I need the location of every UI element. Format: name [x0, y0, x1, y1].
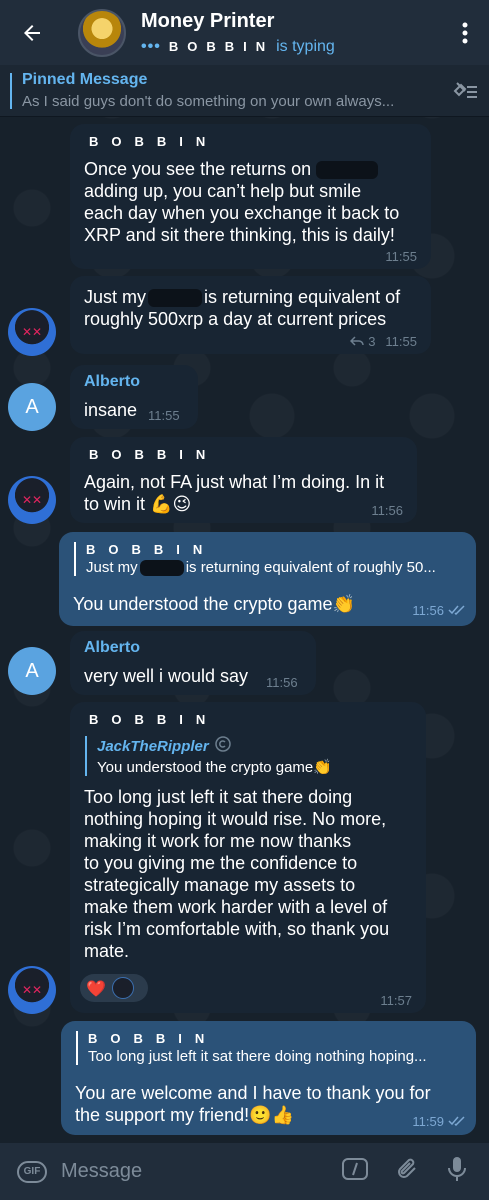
reply-text: Just my is returning equivalent of roughl…	[86, 559, 436, 577]
message-sender: Alberto	[84, 373, 140, 390]
message-text: Once you see the returns on adding up, y…	[84, 158, 424, 246]
avatar-x-eyes-icon: ✕✕	[21, 493, 43, 507]
more-vertical-icon[interactable]	[441, 0, 489, 65]
reactor-avatar	[111, 977, 134, 999]
message-time: 11:57	[380, 993, 412, 1008]
command-icon[interactable]	[341, 1157, 369, 1186]
reaction-chip[interactable]: ❤️	[80, 974, 148, 1002]
message-bubble[interactable]: Alberto very well i would say 11:56	[70, 631, 316, 695]
message-meta: 3 11:55	[350, 334, 417, 349]
gif-icon[interactable]: GIF	[17, 1160, 47, 1183]
message-bubble[interactable]: BOBBIN Again, not FA just what I’m doing…	[70, 437, 417, 523]
message-sender: BOBBIN	[89, 134, 219, 149]
heart-icon: ❤️	[86, 978, 106, 998]
reply-text: Too long just left it sat there doing no…	[88, 1048, 427, 1065]
message-sender: BOBBIN	[89, 447, 219, 462]
message-time: 11:56	[266, 675, 298, 690]
reply-preview[interactable]: BOBBIN Just my is returning equivalent of…	[74, 542, 469, 577]
group-avatar[interactable]	[78, 8, 126, 57]
reply-sender: BOBBIN	[88, 1031, 218, 1046]
pin-list-icon[interactable]	[443, 81, 489, 101]
message-meta: 11:59	[412, 1114, 466, 1129]
chat-header: Money Printer ••• BOBBIN is typing	[0, 0, 489, 65]
double-check-icon	[448, 1114, 466, 1129]
message-time: 11:55	[385, 249, 417, 264]
message-text: Again, not FA just what I’m doing. In it…	[84, 472, 385, 515]
pinned-title: Pinned Message	[22, 71, 148, 88]
typing-status: ••• BOBBIN is typing	[141, 38, 441, 56]
user-avatar-bobbin[interactable]: ✕✕	[8, 476, 56, 524]
user-avatar-bobbin[interactable]: ✕✕	[8, 966, 56, 1014]
reply-preview[interactable]: BOBBIN Too long just left it sat there d…	[76, 1031, 466, 1065]
message-text: very well i would say	[84, 666, 249, 686]
message-time: 11:56	[371, 503, 403, 518]
message-text: Too long just left it sat there doing no…	[84, 787, 390, 961]
redacted-block	[316, 161, 379, 180]
reply-preview[interactable]: JackTheRippler You understood the crypto…	[85, 736, 405, 776]
chat-title: Money Printer	[141, 9, 275, 32]
message-time: 11:56	[412, 603, 444, 618]
message-line: adding up, you can’t help but smile	[84, 181, 362, 201]
reply-sender: BOBBIN	[86, 542, 216, 557]
message-time: 11:55	[385, 334, 417, 349]
message-input-bar: GIF	[0, 1143, 489, 1200]
chat-title-block[interactable]: Money Printer ••• BOBBIN is typing	[141, 10, 441, 56]
emoji: 💪😉	[150, 494, 192, 515]
avatar-x-eyes-icon: ✕✕	[21, 325, 43, 339]
reply-sender: JackTheRippler	[97, 736, 405, 756]
message-bubble[interactable]: BOBBIN Once you see the returns on addin…	[70, 124, 431, 269]
copyright-icon	[214, 736, 231, 756]
message-input[interactable]	[61, 1160, 341, 1183]
message-time: 11:59	[412, 1114, 444, 1129]
message-sender: BOBBIN	[89, 712, 219, 727]
reply-text: You understood the crypto game👏	[97, 758, 332, 776]
emoji: 🙂👍	[249, 1105, 294, 1126]
user-avatar-alberto[interactable]: A	[8, 383, 56, 431]
user-avatar-bobbin[interactable]: ✕✕	[8, 308, 56, 356]
pinned-message-bar[interactable]: Pinned Message As I said guys don't do s…	[0, 65, 489, 117]
redacted-block	[139, 560, 184, 577]
reply-count[interactable]: 3	[368, 334, 375, 349]
reply-arrow-icon[interactable]	[350, 334, 364, 349]
message-bubble-outgoing[interactable]: BOBBIN Too long just left it sat there d…	[61, 1021, 476, 1135]
emoji: 👏	[332, 594, 355, 615]
message-bubble[interactable]: Just my is returning equivalent of roughl…	[70, 276, 431, 354]
message-line: each day when you exchange it back to	[84, 203, 400, 223]
pinned-text: As I said guys don't do something on you…	[22, 93, 395, 110]
message-text: You understood the crypto game👏	[73, 594, 355, 615]
message-bubble[interactable]: Alberto insane 11:55	[70, 365, 198, 429]
message-text: You are welcome and I have to thank you …	[75, 1083, 431, 1126]
message-line: Once you see the returns on	[84, 158, 424, 180]
typing-suffix: is typing	[276, 37, 335, 55]
double-check-icon	[448, 603, 466, 618]
pinned-indicator	[10, 72, 12, 109]
typing-user: BOBBIN	[168, 39, 275, 54]
message-line: XRP and sit there thinking, this is dail…	[84, 225, 395, 245]
attach-icon[interactable]	[395, 1156, 421, 1187]
back-arrow-icon[interactable]	[0, 0, 64, 65]
message-sender: Alberto	[84, 639, 140, 656]
message-text: insane	[84, 400, 138, 420]
typing-dots-icon: •••	[141, 37, 161, 55]
user-avatar-alberto[interactable]: A	[8, 647, 56, 695]
message-bubble-outgoing[interactable]: BOBBIN Just my is returning equivalent of…	[59, 532, 476, 626]
message-bubble[interactable]: BOBBIN JackTheRippler You understood the…	[70, 702, 426, 1013]
message-meta: 11:56	[412, 603, 466, 618]
avatar-x-eyes-icon: ✕✕	[21, 983, 43, 997]
redacted-block	[148, 289, 203, 308]
message-text: Just my is returning equivalent of roughl…	[84, 287, 401, 329]
message-time: 11:55	[148, 408, 180, 423]
microphone-icon[interactable]	[447, 1155, 467, 1188]
